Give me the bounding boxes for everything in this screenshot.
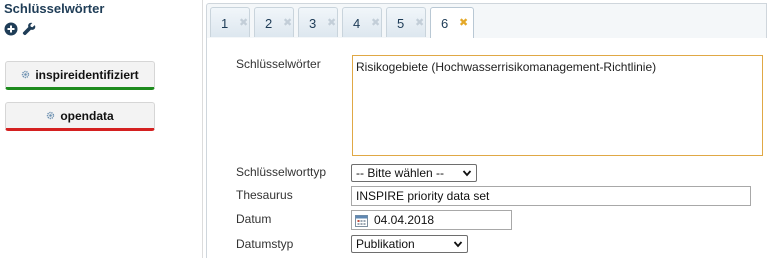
keywords-label: Schlüsselwörter [236, 57, 321, 71]
keywords-textarea[interactable]: Risikogebiete (Hochwasserrisikomanagemen… [352, 55, 763, 156]
thesaurus-label: Thesaurus [236, 188, 293, 202]
calendar-icon[interactable] [355, 214, 368, 227]
date-type-select[interactable]: Publikation [351, 235, 468, 253]
select-value: -- Bitte wählen -- [356, 166, 445, 180]
divider [202, 0, 203, 258]
tag-button-opendata[interactable]: opendata [5, 102, 155, 131]
wrench-icon[interactable] [22, 22, 36, 36]
tab-label: 3 [309, 16, 317, 31]
thesaurus-input[interactable]: INSPIRE priority data set [351, 186, 751, 206]
close-icon[interactable]: ✖ [327, 16, 336, 29]
tab-2[interactable]: 2 ✖ [254, 7, 294, 37]
tab-label: 6 [441, 16, 449, 31]
keyword-type-select[interactable]: -- Bitte wählen -- [351, 164, 477, 182]
close-icon[interactable]: ✖ [371, 16, 380, 29]
tab-label: 4 [353, 16, 361, 31]
tab-3[interactable]: 3 ✖ [298, 7, 338, 37]
tab-1[interactable]: 1 ✖ [210, 7, 250, 37]
tab-label: 1 [221, 16, 229, 31]
tab-4[interactable]: 4 ✖ [342, 7, 382, 37]
keyword-sidebar: Schlüsselwörter inspireidentifiziert ope… [0, 0, 202, 258]
gear-icon [47, 111, 55, 120]
date-type-label: Datumstyp [236, 237, 294, 251]
chevron-down-icon [453, 241, 463, 248]
gear-icon [22, 70, 30, 79]
plus-circle-icon[interactable] [4, 22, 18, 36]
tab-label: 2 [265, 16, 273, 31]
close-icon[interactable]: ✖ [283, 16, 292, 29]
keyword-type-label: Schlüsselworttyp [236, 165, 327, 179]
tab-label: 5 [397, 16, 405, 31]
sidebar-title: Schlüsselwörter [4, 1, 105, 16]
tag-label: opendata [60, 108, 114, 123]
close-icon[interactable]: ✖ [415, 16, 424, 29]
tag-label: inspireidentifiziert [35, 67, 139, 82]
close-icon[interactable]: ✖ [239, 16, 248, 29]
tag-button-inspireidentifiziert[interactable]: inspireidentifiziert [5, 61, 155, 90]
sidebar-toolbar [4, 22, 36, 36]
tab-5[interactable]: 5 ✖ [386, 7, 426, 37]
select-value: Publikation [356, 237, 415, 251]
tab-bar: 1 ✖ 2 ✖ 3 ✖ 4 ✖ 5 ✖ 6 ✖ [206, 3, 767, 39]
close-icon[interactable]: ✖ [459, 16, 468, 29]
date-input[interactable]: 04.04.2018 [351, 210, 512, 230]
tab-6[interactable]: 6 ✖ [430, 7, 474, 39]
chevron-down-icon [462, 170, 472, 177]
date-label: Datum [236, 212, 272, 226]
